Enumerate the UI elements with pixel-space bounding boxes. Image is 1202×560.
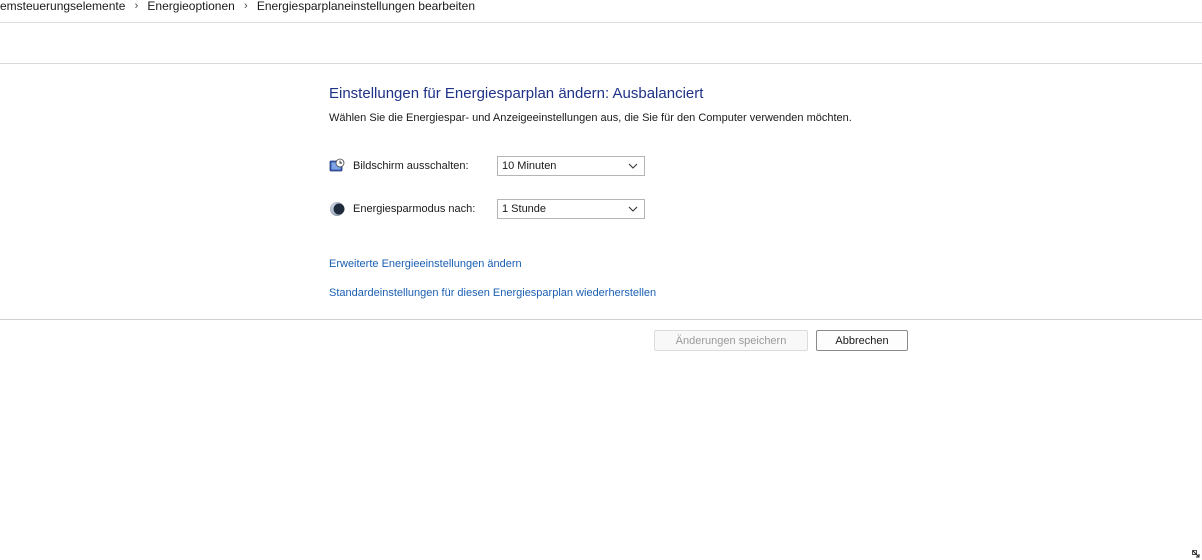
breadcrumb-item-control-panel[interactable]: emsteuerungselemente: [0, 0, 125, 13]
breadcrumb-item-edit-plan[interactable]: Energiesparplaneinstellungen bearbeiten: [257, 0, 475, 13]
breadcrumb-separator-icon[interactable]: ›: [125, 0, 147, 13]
cancel-button[interactable]: Abbrechen: [816, 330, 908, 351]
setting-label-display-off: Bildschirm ausschalten:: [353, 160, 469, 172]
breadcrumb-separator-icon[interactable]: ›: [235, 0, 257, 13]
setting-row-display-off: Bildschirm ausschalten: 10 Minuten: [329, 155, 645, 177]
moon-sleep-icon: [329, 201, 345, 217]
restore-defaults-link[interactable]: Standardeinstellungen für diesen Energie…: [329, 287, 656, 299]
toolbar-area: [0, 23, 1202, 64]
display-off-value: 10 Minuten: [502, 160, 557, 172]
breadcrumb-item-power-options[interactable]: Energieoptionen: [147, 0, 234, 13]
advanced-settings-link[interactable]: Erweiterte Energieeinstellungen ändern: [329, 258, 522, 270]
save-changes-button[interactable]: Änderungen speichern: [654, 330, 808, 351]
setting-label-sleep: Energiesparmodus nach:: [353, 203, 476, 215]
setting-row-sleep: Energiesparmodus nach: 1 Stunde: [329, 198, 645, 220]
page-subtitle: Wählen Sie die Energiespar- und Anzeigee…: [329, 112, 852, 124]
chevron-down-icon: [628, 206, 638, 212]
chevron-down-icon: [628, 163, 638, 169]
page-title: Einstellungen für Energiesparplan ändern…: [329, 85, 704, 102]
breadcrumb: emsteuerungselemente › Energieoptionen ›…: [0, 0, 1202, 23]
sleep-dropdown[interactable]: 1 Stunde: [497, 199, 645, 219]
divider: [0, 319, 1202, 320]
sleep-value: 1 Stunde: [502, 203, 547, 215]
display-off-dropdown[interactable]: 10 Minuten: [497, 156, 645, 176]
resize-grip-icon[interactable]: [1192, 550, 1200, 558]
monitor-clock-icon: [329, 158, 345, 174]
